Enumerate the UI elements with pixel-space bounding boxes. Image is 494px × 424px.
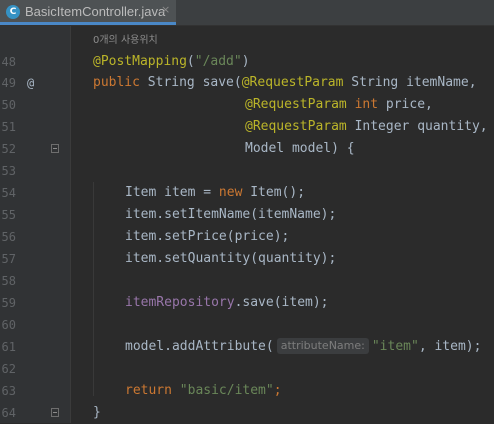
annotation-gutter-icon[interactable]: @ (27, 72, 34, 94)
line-number: 57 (1, 252, 16, 266)
line-number: 59 (1, 296, 16, 310)
line-number: 63 (1, 384, 16, 398)
line-number: 49 (1, 76, 16, 90)
tab-label: BasicItemController.java (25, 4, 166, 19)
tab-basic-item-controller[interactable]: C BasicItemController.java × (0, 0, 176, 25)
code-line-64: } (93, 405, 101, 420)
code-line-54: Item item = new Item(); (125, 185, 306, 200)
code-line-51: @RequestParam Integer quantity, (245, 119, 488, 134)
fold-marker-icon[interactable] (51, 144, 59, 153)
line-number: 48 (1, 55, 16, 69)
code-line-63: return "basic/item"; (125, 383, 282, 398)
code-line-57: item.setQuantity(quantity); (125, 251, 337, 266)
code-line-48: @PostMapping("/add") (93, 54, 250, 69)
fold-marker-icon[interactable] (51, 408, 59, 417)
line-number: 61 (1, 340, 16, 354)
code-line-56: item.setPrice(price); (125, 229, 290, 244)
line-number: 60 (1, 318, 16, 332)
gutter-divider (70, 26, 71, 423)
code-line-52: Model model) { (245, 141, 355, 156)
line-number: 53 (1, 164, 16, 178)
line-number: 56 (1, 230, 16, 244)
line-number: 52 (1, 142, 16, 156)
line-number: 64 (1, 406, 16, 420)
code-line-59: itemRepository.save(item); (125, 295, 329, 310)
code-line-50: @RequestParam int price, (245, 97, 433, 112)
code-line-55: item.setItemName(itemName); (125, 207, 337, 222)
line-number: 55 (1, 208, 16, 222)
line-number: 51 (1, 120, 16, 134)
line-number: 54 (1, 186, 16, 200)
editor-tab-bar: C BasicItemController.java × (0, 0, 494, 26)
code-line-49: public String save(@RequestParam String … (93, 75, 477, 90)
line-number: 58 (1, 274, 16, 288)
line-number: 62 (1, 362, 16, 376)
usage-hint[interactable]: 0개의 사용위치 (93, 31, 158, 46)
line-number: 50 (1, 98, 16, 112)
code-line-61: model.addAttribute(attributeName: "item",… (125, 338, 482, 354)
java-class-icon: C (6, 5, 20, 19)
close-icon[interactable]: × (161, 3, 170, 16)
parameter-name-hint: attributeName: (276, 338, 369, 354)
indent-guide (93, 182, 94, 396)
